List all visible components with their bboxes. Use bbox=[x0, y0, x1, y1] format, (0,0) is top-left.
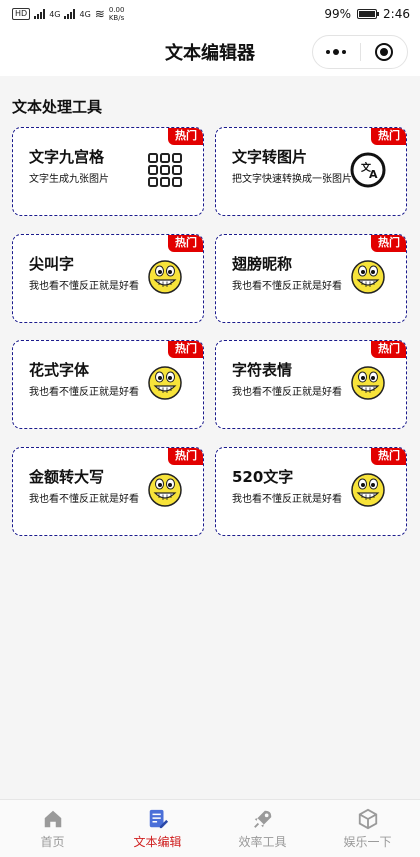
edit-doc-icon bbox=[149, 809, 168, 828]
card-520-text[interactable]: 热门 520文字 我也看不懂反正就是好看 bbox=[215, 447, 407, 536]
card-title: 金额转大写 bbox=[29, 468, 105, 486]
more-dots-icon bbox=[326, 49, 347, 55]
tab-entertainment[interactable]: 娱乐一下 bbox=[315, 800, 420, 857]
hot-badge: 热门 bbox=[168, 235, 203, 252]
card-scream-text[interactable]: 热门 尖叫字 我也看不懂反正就是好看 bbox=[12, 234, 204, 323]
card-desc: 我也看不懂反正就是好看 bbox=[232, 281, 342, 292]
wifi-icon: ≋ bbox=[94, 7, 105, 21]
card-text-to-image[interactable]: 热门 文字转图片 把文字快速转换成一张图片 文 A bbox=[215, 127, 407, 216]
card-title: 尖叫字 bbox=[29, 255, 75, 273]
hot-badge: 热门 bbox=[371, 235, 406, 252]
card-amount-uppercase[interactable]: 热门 金额转大写 我也看不懂反正就是好看 bbox=[12, 447, 204, 536]
translate-icon: 文 A bbox=[350, 152, 386, 188]
network-type: 4G bbox=[49, 9, 61, 19]
rocket-icon bbox=[253, 810, 271, 828]
hot-badge: 热门 bbox=[168, 341, 203, 358]
card-title: 文字转图片 bbox=[232, 148, 308, 166]
close-mini-program-button[interactable] bbox=[361, 36, 408, 68]
card-title: 520文字 bbox=[232, 468, 294, 486]
tab-label: 效率工具 bbox=[238, 834, 287, 849]
tab-home[interactable]: 首页 bbox=[0, 800, 105, 857]
grin-emoji-icon bbox=[148, 260, 182, 294]
card-fancy-font[interactable]: 热门 花式字体 我也看不懂反正就是好看 bbox=[12, 340, 204, 429]
tab-text-edit[interactable]: 文本编辑 bbox=[105, 800, 210, 857]
card-desc: 把文字快速转换成一张图片 bbox=[232, 174, 352, 185]
target-icon bbox=[374, 43, 393, 61]
status-left: HD 4G 4G ≋ 0.00 KB/s bbox=[12, 6, 133, 22]
status-right: 99% 2:46 bbox=[324, 7, 410, 21]
status-bar: HD 4G 4G ≋ 0.00 KB/s 99% 2:46 bbox=[0, 0, 420, 28]
battery-percent: 99% bbox=[324, 7, 352, 21]
grin-emoji-icon bbox=[351, 366, 385, 400]
grin-emoji-icon bbox=[148, 473, 182, 507]
hot-badge: 热门 bbox=[371, 128, 406, 145]
more-button[interactable] bbox=[313, 36, 360, 68]
grin-emoji-icon bbox=[148, 366, 182, 400]
card-desc: 文字生成九张图片 bbox=[29, 174, 109, 185]
grin-emoji-icon bbox=[351, 473, 385, 507]
card-desc: 我也看不懂反正就是好看 bbox=[29, 494, 139, 505]
card-desc: 我也看不懂反正就是好看 bbox=[29, 387, 139, 398]
card-title: 文字九宫格 bbox=[29, 148, 105, 166]
signal-icon-2 bbox=[64, 9, 76, 19]
card-desc: 我也看不懂反正就是好看 bbox=[29, 281, 139, 292]
tab-bar: 首页 文本编辑 效率工具 娱乐一下 bbox=[0, 799, 420, 857]
page-title: 文本编辑器 bbox=[165, 43, 255, 64]
svg-text:A: A bbox=[369, 168, 378, 181]
card-char-emoticon[interactable]: 热门 字符表情 我也看不懂反正就是好看 bbox=[215, 340, 407, 429]
home-icon bbox=[44, 810, 61, 827]
grid-icon bbox=[148, 153, 182, 187]
cube-icon bbox=[358, 808, 377, 829]
clock: 2:46 bbox=[383, 7, 410, 21]
card-desc: 我也看不懂反正就是好看 bbox=[232, 387, 342, 398]
card-title: 字符表情 bbox=[232, 361, 293, 379]
section-title: 文本处理工具 bbox=[12, 98, 103, 116]
grin-emoji-icon bbox=[351, 260, 385, 294]
card-title: 花式字体 bbox=[29, 361, 90, 379]
hot-badge: 热门 bbox=[371, 448, 406, 465]
card-wing-nickname[interactable]: 热门 翅膀昵称 我也看不懂反正就是好看 bbox=[215, 234, 407, 323]
nav-bar: 文本编辑器 bbox=[0, 28, 420, 76]
card-title: 翅膀昵称 bbox=[232, 255, 293, 273]
mini-program-capsule bbox=[312, 35, 408, 69]
network-type-2: 4G bbox=[79, 9, 91, 19]
hot-badge: 热门 bbox=[168, 128, 203, 145]
card-text-nine-grid[interactable]: 热门 文字九宫格 文字生成九张图片 bbox=[12, 127, 204, 216]
hot-badge: 热门 bbox=[371, 341, 406, 358]
tab-label: 娱乐一下 bbox=[343, 834, 392, 849]
network-speed: 0.00 KB/s bbox=[108, 6, 125, 22]
card-desc: 我也看不懂反正就是好看 bbox=[232, 494, 342, 505]
tab-label: 首页 bbox=[40, 834, 65, 849]
hd-indicator: HD bbox=[12, 8, 31, 20]
hot-badge: 热门 bbox=[168, 448, 203, 465]
tab-efficiency-tools[interactable]: 效率工具 bbox=[210, 800, 315, 857]
tab-label: 文本编辑 bbox=[133, 834, 182, 849]
battery-icon bbox=[357, 9, 380, 19]
signal-icon bbox=[34, 9, 46, 19]
